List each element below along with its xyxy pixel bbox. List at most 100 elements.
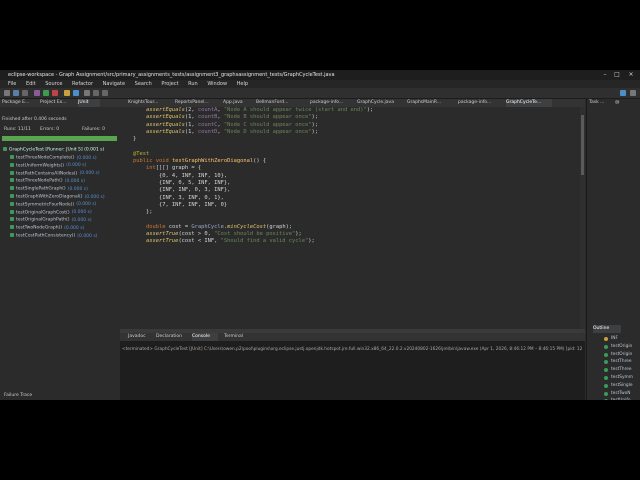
test-passed-icon <box>10 225 14 230</box>
outline-item[interactable]: INF <box>611 336 618 341</box>
junit-test-item[interactable]: testUniformWeights() (0.000 s) <box>10 162 86 168</box>
minimize-icon[interactable]: – <box>600 71 610 79</box>
save-all-icon[interactable] <box>22 90 28 96</box>
failure-trace-label: Failure Trace <box>4 393 33 398</box>
tab-reportspanel[interactable]: ReportsPanel... <box>175 99 217 107</box>
tab-task-list[interactable]: Task ... <box>589 99 613 107</box>
junit-test-item[interactable]: testThreeNodePath() (0.000 s) <box>10 178 85 184</box>
code-editor[interactable]: assertEquals(2, countA, "Node A should a… <box>120 107 580 329</box>
tab-declaration[interactable]: Declaration <box>156 333 190 341</box>
run-icon[interactable] <box>43 90 49 96</box>
toolbar <box>0 88 640 99</box>
menu-run[interactable]: Run <box>188 81 198 87</box>
test-passed-icon <box>10 178 14 183</box>
outline-item[interactable]: testTwoN <box>611 391 631 396</box>
matrix-row: {INF, 0, 5, INF, INF}, <box>158 179 231 186</box>
junit-runs: Runs: 11/11 <box>4 127 31 132</box>
test-passed-icon <box>10 233 14 237</box>
editor-scroll-thumb[interactable] <box>581 115 584 175</box>
outline-item[interactable]: testUnifo <box>611 398 630 400</box>
menu-source[interactable]: Source <box>45 81 62 87</box>
stop-icon[interactable] <box>52 90 58 96</box>
save-icon[interactable] <box>13 90 19 96</box>
junit-test-item[interactable]: testCostPathConsistency() (0.000 s) <box>10 233 97 239</box>
matrix-row: {0, 4, INF, INF, 10}, <box>158 172 228 179</box>
junit-root-item[interactable]: GraphCycleTest [Runner: JUnit 5] (0.001 … <box>3 147 104 153</box>
menu-help[interactable]: Help <box>237 81 248 87</box>
package-icon[interactable] <box>64 90 70 96</box>
tab-terminal[interactable]: Terminal <box>224 333 254 341</box>
outline-item[interactable]: testOrigin <box>611 344 632 349</box>
tab-console[interactable]: Console <box>192 333 218 341</box>
matrix-row: {INF, 3, INF, 0, 1}, <box>158 194 224 201</box>
menu-project[interactable]: Project <box>161 81 178 87</box>
search-icon[interactable] <box>84 90 90 96</box>
right-panel: Task ... @ Outline INF testOrigin testOrig… <box>586 99 640 400</box>
junit-test-item[interactable]: testGraphWithZeroDiagonal() (0.000 s) <box>10 194 105 200</box>
tab-package-info-1[interactable]: package-info... <box>310 99 350 107</box>
tab-graphsmainr[interactable]: GraphsMainR... <box>407 99 449 107</box>
forward-icon[interactable] <box>102 90 108 96</box>
menu-file[interactable]: File <box>8 81 16 87</box>
close-icon[interactable]: × <box>626 71 636 79</box>
matrix-row: {7, INF, INF, INF, 0} <box>158 201 228 208</box>
junit-test-item[interactable]: testSinglePathGraph() (0.000 s) <box>10 186 88 192</box>
menu-edit[interactable]: Edit <box>26 81 36 87</box>
outline-item[interactable]: testThree <box>611 367 632 372</box>
left-view-tabs: Package E... Project Ex... JUnit <box>0 99 120 107</box>
tab-app[interactable]: App.java <box>223 99 251 107</box>
menu-navigate[interactable]: Navigate <box>103 81 125 87</box>
tab-javadoc[interactable]: Javadoc <box>128 333 154 341</box>
tab-package-explorer[interactable]: Package E... <box>2 99 38 107</box>
test-passed-icon <box>10 155 14 159</box>
tab-package-info-2[interactable]: package-info... <box>458 99 498 107</box>
back-icon[interactable] <box>93 90 99 96</box>
eclipse-window: eclipse-workspace - Graph Assignment/src… <box>0 70 640 400</box>
outline-method-icon <box>604 360 608 365</box>
new-icon[interactable] <box>4 90 10 96</box>
junit-test-item[interactable]: testPathContainsAllNodes() (0.000 s) <box>10 170 100 176</box>
test-passed-icon <box>10 170 14 175</box>
outline-item[interactable]: testSymm <box>611 375 633 380</box>
outline-item[interactable]: testOrigin <box>611 352 632 357</box>
menu-bar: File Edit Source Refactor Navigate Searc… <box>0 80 640 88</box>
maximize-icon[interactable]: □ <box>612 71 622 79</box>
test-passed-icon <box>10 217 14 222</box>
test-passed-icon <box>10 186 14 191</box>
outline-item[interactable]: testSingle <box>611 383 632 388</box>
title-bar: eclipse-workspace - Graph Assignment/src… <box>0 70 640 80</box>
junit-test-item[interactable]: testTwoNodeGraph() (0.000 s) <box>10 225 84 231</box>
java-perspective-icon[interactable] <box>630 90 636 96</box>
menu-window[interactable]: Window <box>207 81 227 87</box>
outline-item[interactable]: testThree <box>611 359 632 364</box>
junit-view: Finished after 0.406 seconds Runs: 11/11… <box>0 107 121 400</box>
tab-bellmanford[interactable]: BellmanFord... <box>256 99 296 107</box>
test-passed-icon <box>10 201 14 206</box>
menu-search[interactable]: Search <box>135 81 152 87</box>
junit-test-item[interactable]: testThreeNodeComplete() (0.000 s) <box>10 155 97 161</box>
code-area[interactable]: assertEquals(2, countA, "Node A should a… <box>120 107 575 246</box>
editor-tabs: KnightsTour... ReportsPanel... App.java … <box>120 99 585 107</box>
tab-at[interactable]: @ <box>615 99 623 107</box>
junit-test-item[interactable]: testOriginalGraphPath() (0.000 s) <box>10 217 92 223</box>
editor-vertical-scrollbar[interactable] <box>580 107 585 329</box>
outline-method-icon <box>604 352 608 357</box>
outline-method-icon <box>604 376 608 380</box>
debug-icon[interactable] <box>34 90 40 96</box>
tab-graphcycletest[interactable]: GraphCycleTe... <box>506 99 552 107</box>
junit-test-item[interactable]: testOriginalGraphCost() (0.000 s) <box>10 209 92 215</box>
tab-junit[interactable]: JUnit <box>78 99 100 107</box>
tab-outline[interactable]: Outline <box>593 325 621 333</box>
tab-knightstour[interactable]: KnightsTour... <box>128 99 168 107</box>
tab-graphcycle[interactable]: GraphCycle.java <box>357 99 397 107</box>
console-view[interactable]: <terminated> GraphCycleTest [JUnit] C:\U… <box>120 341 585 400</box>
test-passed-icon <box>10 162 14 167</box>
outline-method-icon <box>604 368 608 373</box>
class-icon[interactable] <box>73 90 79 96</box>
outline-method-icon <box>604 399 608 400</box>
perspective-icon[interactable] <box>620 90 626 96</box>
test-passed-icon <box>10 194 14 198</box>
junit-test-item[interactable]: testSymmetricFourNode() (0.000 s) <box>10 201 96 207</box>
menu-refactor[interactable]: Refactor <box>72 81 93 87</box>
tab-project-explorer[interactable]: Project Ex... <box>40 99 76 107</box>
